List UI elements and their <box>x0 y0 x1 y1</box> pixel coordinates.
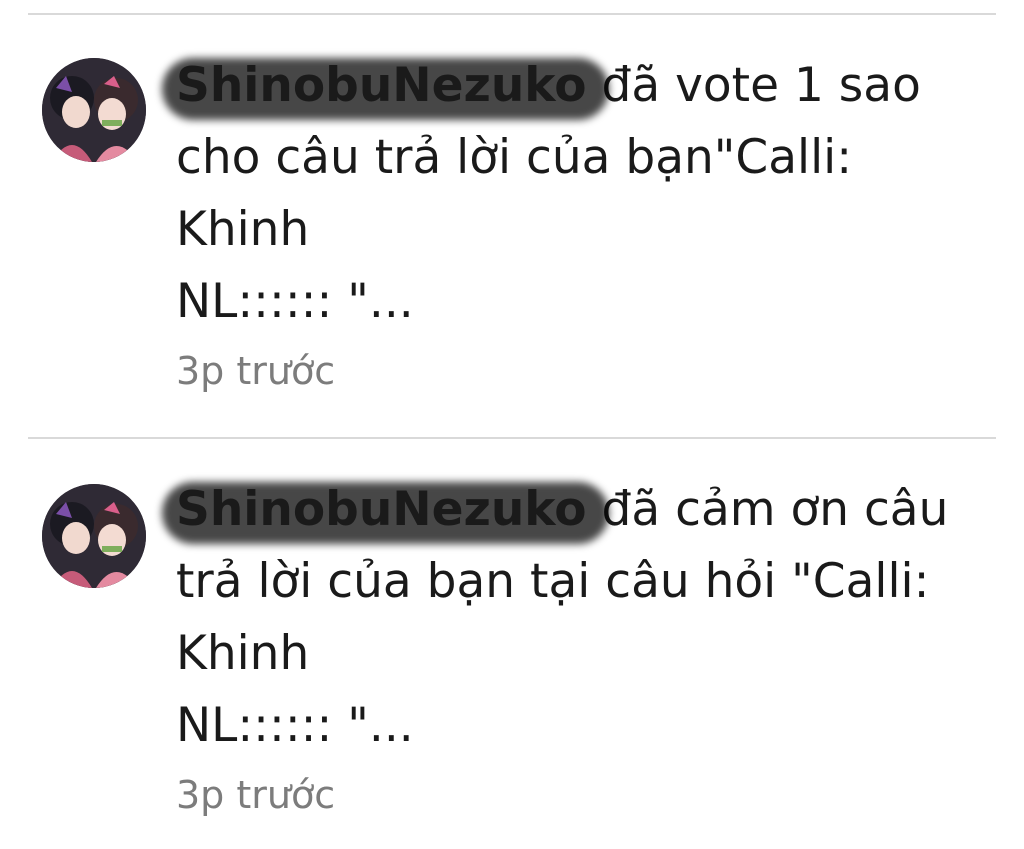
avatar[interactable] <box>42 484 146 588</box>
divider-top <box>28 13 996 15</box>
notification-content: ShinobuNezuko đã cảm ơn câu trả lời của … <box>162 474 996 820</box>
username[interactable]: ShinobuNezuko <box>162 474 609 546</box>
notification-message: ShinobuNezuko đã vote 1 sao cho câu trả … <box>162 50 996 338</box>
avatar-image <box>42 484 146 588</box>
notification-line-3: Khinh <box>176 626 310 681</box>
timestamp: 3p trước <box>176 349 336 393</box>
divider-middle <box>28 437 996 439</box>
notification-content: ShinobuNezuko đã vote 1 sao cho câu trả … <box>162 50 996 396</box>
timestamp: 3p trước <box>176 773 336 817</box>
avatar-image <box>42 58 146 162</box>
username[interactable]: ShinobuNezuko <box>162 50 609 122</box>
notification-line-4: NL:::::: "... <box>176 274 414 329</box>
notification-line-2: cho câu trả lời của bạn"Calli: <box>176 130 853 185</box>
notification-line-4: NL:::::: "... <box>176 698 414 753</box>
avatar[interactable] <box>42 58 146 162</box>
notification-line-3: Khinh <box>176 202 310 257</box>
notification-line-2: trả lời của bạn tại câu hỏi "Calli: <box>176 554 930 609</box>
notification-message: ShinobuNezuko đã cảm ơn câu trả lời của … <box>162 474 996 762</box>
notification-action-text: đã vote 1 sao <box>586 58 921 113</box>
notification-action-text: đã cảm ơn câu <box>586 482 949 537</box>
